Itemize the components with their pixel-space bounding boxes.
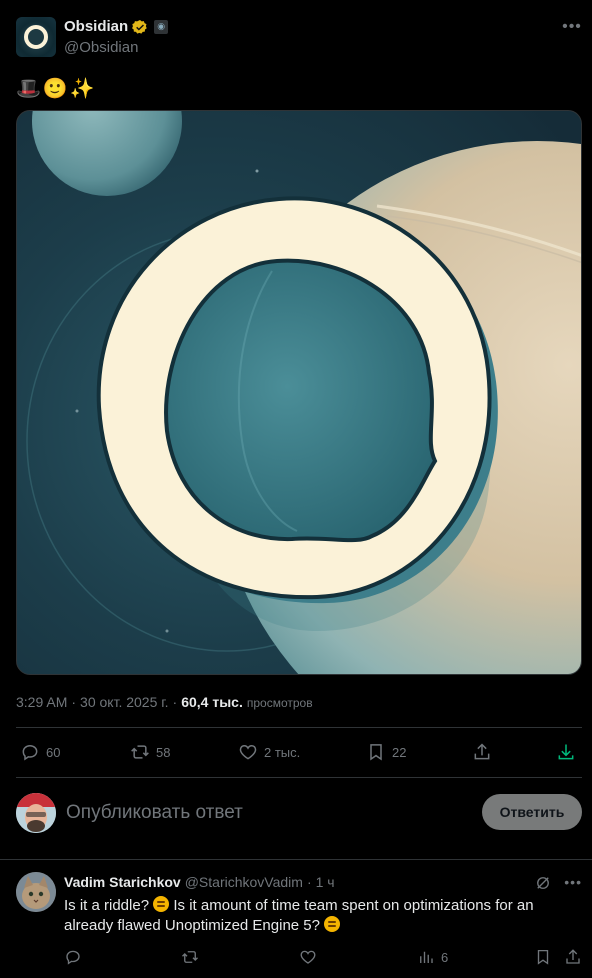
share-icon xyxy=(566,949,580,964)
reply-tools: ••• xyxy=(534,874,582,892)
bookmark-icon xyxy=(537,949,549,965)
download-action[interactable] xyxy=(556,738,576,766)
reply-views-count: 6 xyxy=(441,949,449,965)
grok-icon[interactable] xyxy=(534,874,552,892)
reply-input[interactable]: Опубликовать ответ xyxy=(66,802,243,824)
share-action[interactable] xyxy=(472,738,492,766)
reply-submit-button[interactable]: Ответить xyxy=(482,794,582,830)
verified-badge-icon[interactable] xyxy=(132,19,148,35)
author-display-name[interactable]: Obsidian xyxy=(64,18,128,35)
retweet-icon xyxy=(131,745,149,759)
tweet-date[interactable]: 30 окт. 2025 г. xyxy=(80,694,169,712)
reply-share-action[interactable] xyxy=(564,948,582,966)
heart-icon xyxy=(300,950,316,964)
reply-actions: 6 xyxy=(64,948,582,968)
author-name-row: Obsidian ◉ xyxy=(64,18,169,35)
like-action[interactable]: 2 тыс. xyxy=(238,738,300,766)
retweet-icon xyxy=(182,951,198,963)
tweet-media-image[interactable] xyxy=(16,110,582,675)
tweet-text: 🎩🙂✨ xyxy=(16,78,97,100)
cat-avatar-icon xyxy=(16,872,56,912)
reply-views-action[interactable]: 6 xyxy=(417,948,448,966)
tweet-header: Obsidian ◉ @Obsidian ••• xyxy=(16,14,582,62)
author-avatar[interactable] xyxy=(16,17,56,57)
tweet-actions: 60 58 2 тыс. 22 xyxy=(16,738,582,766)
views-count: 60,4 тыс. xyxy=(181,694,243,710)
reply-icon xyxy=(22,744,38,761)
reply-icon xyxy=(66,950,80,965)
affiliate-badge-icon[interactable]: ◉ xyxy=(154,19,169,34)
user-portrait-icon xyxy=(16,793,56,833)
heart-icon xyxy=(239,744,257,760)
retweet-action[interactable]: 58 xyxy=(130,738,170,766)
reply-author-avatar[interactable] xyxy=(16,872,56,912)
analytics-icon xyxy=(420,951,433,963)
bookmark-action[interactable]: 22 xyxy=(366,738,406,766)
thinking-face-icon xyxy=(324,916,341,932)
download-icon xyxy=(558,744,574,760)
views-label: просмотров xyxy=(246,696,313,710)
reply-author-handle[interactable]: @StarichkovVadim xyxy=(185,874,303,890)
reply-reply-action[interactable] xyxy=(64,948,82,966)
tweet-meta: 3:29 AM · 30 окт. 2025 г. · 60,4 тыс. пр… xyxy=(16,694,313,712)
reply-text-part-1: Is it a riddle? xyxy=(64,897,150,914)
reply-count: 60 xyxy=(46,744,61,760)
author-handle[interactable]: @Obsidian xyxy=(64,39,138,56)
reply-action[interactable]: 60 xyxy=(20,738,60,766)
reply-tweet[interactable]: Vadim Starichkov @StarichkovVadim · 1 ч … xyxy=(16,872,582,972)
divider xyxy=(0,859,592,860)
reply-header: Vadim Starichkov @StarichkovVadim · 1 ч xyxy=(64,874,335,890)
tweet-time[interactable]: 3:29 AM xyxy=(16,694,67,712)
reply-more-icon[interactable]: ••• xyxy=(564,874,582,892)
current-user-avatar[interactable] xyxy=(16,793,56,833)
separator-dot: · xyxy=(306,874,312,890)
reply-retweet-action[interactable] xyxy=(181,948,199,966)
retweet-count: 58 xyxy=(156,744,171,760)
like-count: 2 тыс. xyxy=(264,744,301,760)
reply-composer: Опубликовать ответ Ответить xyxy=(16,793,582,833)
space-illustration xyxy=(17,111,581,674)
reply-like-action[interactable] xyxy=(299,948,317,966)
reply-author-name[interactable]: Vadim Starichkov xyxy=(64,874,181,890)
divider xyxy=(16,727,582,728)
reply-time[interactable]: 1 ч xyxy=(316,874,335,890)
bookmark-icon xyxy=(370,744,382,761)
separator-dot: · xyxy=(172,694,178,710)
more-options-icon[interactable]: ••• xyxy=(562,19,582,40)
reply-text: Is it a riddle? Is it amount of time tea… xyxy=(64,896,564,936)
divider xyxy=(16,777,582,778)
bookmark-count: 22 xyxy=(392,744,407,760)
separator-dot: · xyxy=(71,694,77,710)
obsidian-logo-icon xyxy=(24,25,48,49)
share-icon xyxy=(474,743,490,760)
thinking-face-icon xyxy=(153,896,170,912)
reply-bookmark-action[interactable] xyxy=(534,948,552,966)
